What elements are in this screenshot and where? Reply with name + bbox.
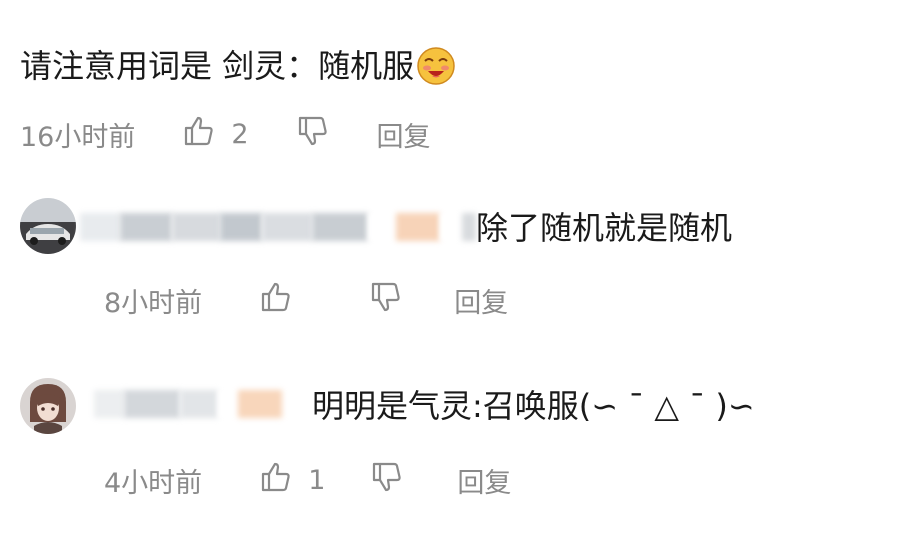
comment-1-dislike-button[interactable] bbox=[295, 113, 331, 156]
thumbs-up-icon bbox=[258, 279, 294, 322]
anime-character-avatar[interactable] bbox=[20, 378, 76, 434]
thumbs-down-icon bbox=[369, 459, 405, 502]
comment-thread: 请注意用词是 剑灵：随机服 16小时前 2 回复 除了随机就是随机 8小时前 回… bbox=[0, 0, 912, 548]
comment-2-meta: 8小时前 回复 bbox=[104, 280, 508, 320]
comment-3-like-count: 1 bbox=[308, 464, 326, 496]
comment-1-meta: 16小时前 2 回复 bbox=[20, 114, 431, 154]
laughing-face-emoji bbox=[416, 46, 456, 86]
comment-3-meta: 4小时前 1 回复 bbox=[104, 460, 511, 500]
comment-2-timestamp: 8小时前 bbox=[104, 287, 203, 319]
comment-1-text: 请注意用词是 剑灵：随机服 bbox=[20, 46, 456, 86]
thumbs-down-icon bbox=[368, 279, 404, 322]
comment-2-text: 除了随机就是随机 bbox=[476, 209, 733, 247]
comment-3-dislike-button[interactable] bbox=[369, 459, 405, 502]
comment-2-username-blurred[interactable] bbox=[80, 213, 476, 241]
thumbs-down-icon bbox=[295, 113, 331, 156]
car-photo-avatar[interactable] bbox=[20, 198, 76, 254]
comment-2-reply-button[interactable]: 回复 bbox=[454, 281, 508, 320]
comment-2-dislike-button[interactable] bbox=[368, 279, 404, 322]
comment-3-username-blurred[interactable] bbox=[94, 390, 282, 418]
comment-3-timestamp: 4小时前 bbox=[104, 467, 203, 499]
comment-3-like-button[interactable]: 1 bbox=[258, 459, 325, 502]
comment-1-body: 请注意用词是 剑灵：随机服 bbox=[20, 47, 415, 85]
comment-1-like-count: 2 bbox=[231, 118, 249, 150]
thumbs-up-icon bbox=[258, 459, 294, 502]
comment-1-reply-button[interactable]: 回复 bbox=[377, 115, 431, 154]
comment-1-timestamp: 16小时前 bbox=[20, 121, 136, 153]
comment-2-like-button[interactable] bbox=[258, 279, 324, 322]
comment-1-like-button[interactable]: 2 bbox=[181, 113, 249, 156]
thumbs-up-icon bbox=[181, 113, 217, 156]
comment-3-text: 明明是气灵:召唤服(∽ ˉ △ ˉ )∽ bbox=[312, 387, 755, 425]
comment-3-reply-button[interactable]: 回复 bbox=[457, 461, 511, 500]
